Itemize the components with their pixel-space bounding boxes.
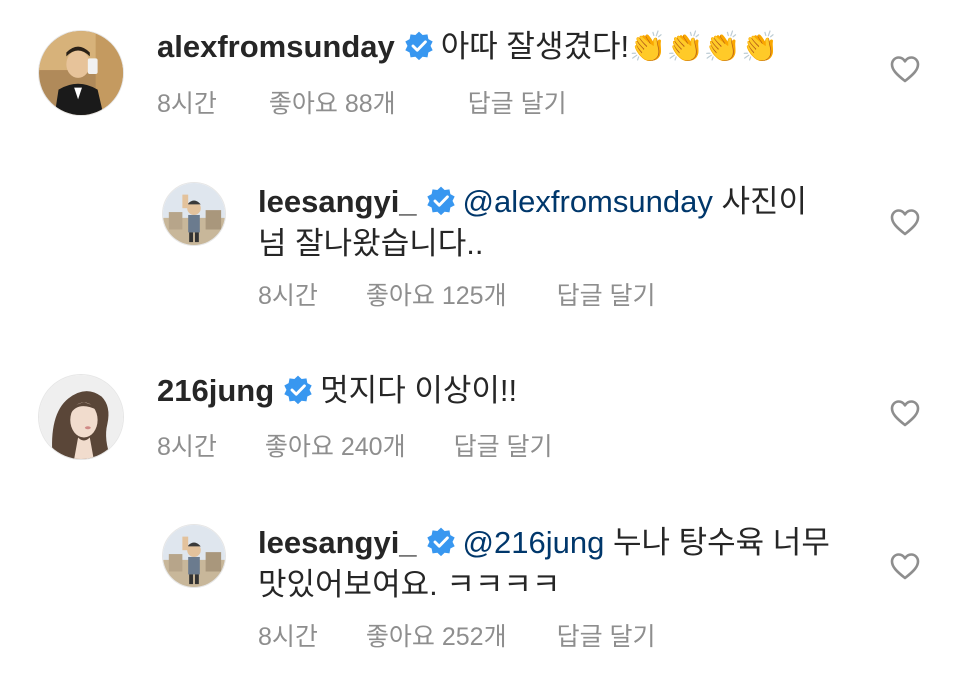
comment-time: 8시간 <box>157 433 217 461</box>
reply-button[interactable]: 답글 달기 <box>454 427 553 463</box>
avatar-image <box>39 31 123 115</box>
avatar-image <box>163 525 225 587</box>
verified-badge-icon <box>282 374 314 406</box>
verified-badge-icon <box>425 185 457 217</box>
comment-body: leesangyi_ @216jung 누나 탕수육 너무맛있어보여요. ㅋㅋㅋㅋ <box>258 522 858 606</box>
username[interactable]: 216jung <box>157 373 274 408</box>
comment-text-line2: 넘 잘나왔습니다.. <box>258 226 484 261</box>
comment-alexfromsunday: alexfromsunday 아따 잘생겼다!👏👏👏👏 8시간 좋아요 88개 답글 … <box>0 0 972 150</box>
comment-text: 아따 잘생겼다! <box>440 29 630 64</box>
likes-count-button[interactable]: 좋아요 240개 <box>265 427 406 463</box>
comment-text: 누나 탕수육 너무 <box>612 525 830 560</box>
like-heart-icon[interactable] <box>890 55 920 83</box>
reply-button[interactable]: 답글 달기 <box>468 84 567 120</box>
like-heart-icon[interactable] <box>890 399 920 427</box>
comment-body: 216jung 멋지다 이상이!! <box>157 370 877 412</box>
avatar[interactable] <box>162 182 226 246</box>
likes-count-button[interactable]: 좋아요 252개 <box>366 617 507 653</box>
avatar-image <box>39 375 123 459</box>
comment-216jung: 216jung 멋지다 이상이!! 8시간 좋아요 240개 답글 달기 <box>0 340 972 500</box>
username[interactable]: leesangyi_ <box>258 525 417 560</box>
verified-badge-icon <box>425 526 457 558</box>
comment-meta: 8시간 좋아요 240개 답글 달기 <box>157 427 553 463</box>
comment-meta: 8시간 좋아요 252개 답글 달기 <box>258 617 656 653</box>
comment-body: leesangyi_ @alexfromsunday 사진이넘 잘나왔습니다.. <box>258 181 858 265</box>
reply-button[interactable]: 답글 달기 <box>557 276 656 312</box>
comment-time: 8시간 <box>258 623 318 651</box>
comment-body: alexfromsunday 아따 잘생겼다!👏👏👏👏 <box>157 26 877 69</box>
avatar[interactable] <box>162 524 226 588</box>
comment-time: 8시간 <box>258 282 318 310</box>
reply-leesangyi-2: leesangyi_ @216jung 누나 탕수육 너무맛있어보여요. ㅋㅋㅋㅋ… <box>0 500 972 680</box>
comment-text: 사진이 <box>721 184 808 219</box>
verified-badge-icon <box>403 30 435 62</box>
comment-text: 멋지다 이상이!! <box>320 373 518 408</box>
reply-leesangyi-1: leesangyi_ @alexfromsunday 사진이 넘 잘나왔습니다.. … <box>0 150 972 340</box>
comment-time: 8시간 <box>157 90 217 118</box>
avatar[interactable] <box>38 30 124 116</box>
clapping-hands-icon: 👏👏👏👏 <box>629 31 779 64</box>
avatar[interactable] <box>38 374 124 460</box>
username[interactable]: alexfromsunday <box>157 29 395 64</box>
likes-count-button[interactable]: 좋아요 88개 <box>269 84 396 120</box>
username[interactable]: leesangyi_ <box>258 184 417 219</box>
reply-button[interactable]: 답글 달기 <box>557 617 656 653</box>
likes-count-button[interactable]: 좋아요 125개 <box>366 276 507 312</box>
mention-link[interactable]: @alexfromsunday <box>463 184 713 219</box>
like-heart-icon[interactable] <box>890 208 920 236</box>
comment-meta: 8시간 좋아요 125개 답글 달기 <box>258 276 656 312</box>
mention-link[interactable]: @216jung <box>463 525 605 560</box>
comment-meta: 8시간 좋아요 88개 답글 달기 <box>157 84 567 120</box>
like-heart-icon[interactable] <box>890 552 920 580</box>
comment-text-line2: 맛있어보여요. ㅋㅋㅋㅋ <box>258 567 561 602</box>
avatar-image <box>163 183 225 245</box>
